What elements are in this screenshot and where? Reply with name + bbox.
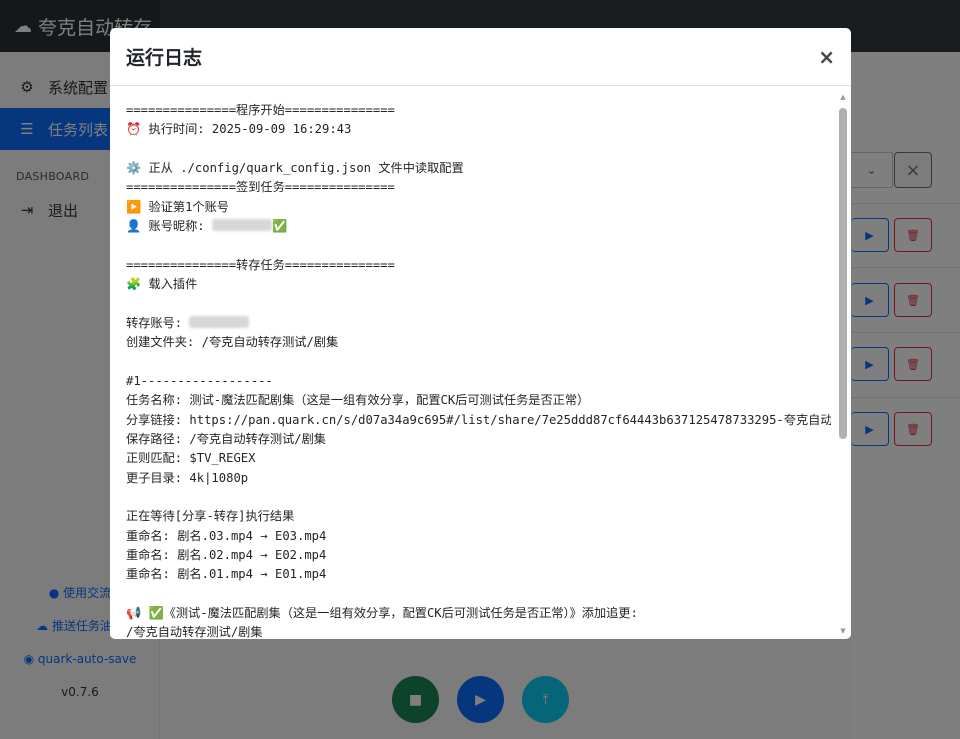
check-icon: ✅ <box>271 219 288 234</box>
log-line: 正在等待[分享-转存]执行结果 <box>126 509 295 524</box>
log-line: 更子目录: 4k|1080p <box>126 470 249 485</box>
log-line: 🧩 载入插件 <box>126 277 198 292</box>
log-line: 转存账号: <box>126 314 831 333</box>
log-line: 正则匹配: $TV_REGEX <box>126 451 256 466</box>
log-line: 重命名: 剧名.01.mp4 → E01.mp4 <box>126 567 327 582</box>
log-output: ===============程序开始=============== ⏰ 执行时间… <box>126 101 831 639</box>
log-line: 任务名称: 测试-魔法匹配剧集（这是一组有效分享，配置CK后可测试任务是否正常） <box>126 393 590 408</box>
log-line: 重命名: 剧名.02.mp4 → E02.mp4 <box>126 547 327 562</box>
log-body[interactable]: ===============程序开始=============== ⏰ 执行时间… <box>110 87 851 639</box>
log-line: ▶️ 验证第1个账号 <box>126 199 229 214</box>
scrollbar-thumb[interactable] <box>839 108 847 439</box>
log-line: ===============签到任务=============== <box>126 180 395 195</box>
log-line: 分享链接: https://pan.quark.cn/s/d07a34a9c69… <box>126 412 831 427</box>
modal-header: 运行日志 × <box>110 28 851 86</box>
log-line: 👤 账号昵称: ✅ <box>126 219 288 234</box>
log-line: ===============转存任务=============== <box>126 257 395 272</box>
close-button[interactable]: × <box>818 45 835 69</box>
log-modal: 运行日志 × ===============程序开始==============… <box>110 28 851 639</box>
log-line: ⏰ 执行时间: 2025-09-09 16:29:43 <box>126 122 352 137</box>
log-line: 重命名: 剧名.03.mp4 → E03.mp4 <box>126 528 327 543</box>
scroll-up-icon[interactable]: ▲ <box>839 93 847 101</box>
modal-title: 运行日志 <box>126 47 203 69</box>
redacted-name <box>211 219 272 232</box>
log-line: 📢 ✅《测试-魔法匹配剧集（这是一组有效分享，配置CK后可测试任务是否正常）》添… <box>126 605 638 620</box>
log-line: 保存路径: /夸克自动转存测试/剧集 <box>126 431 326 446</box>
log-line: #1------------------ <box>126 373 273 388</box>
log-line: 创建文件夹: /夸克自动转存测试/剧集 <box>126 335 339 350</box>
scroll-down-icon[interactable]: ▼ <box>839 627 847 635</box>
log-line: ⚙️ 正从 ./config/quark_config.json 文件中读取配置 <box>126 161 464 176</box>
redacted-name <box>189 315 250 328</box>
log-line: ===============程序开始=============== <box>126 103 395 117</box>
log-line: /夸克自动转存测试/剧集 <box>126 625 263 639</box>
scrollbar[interactable]: ▲ ▼ <box>839 93 847 635</box>
